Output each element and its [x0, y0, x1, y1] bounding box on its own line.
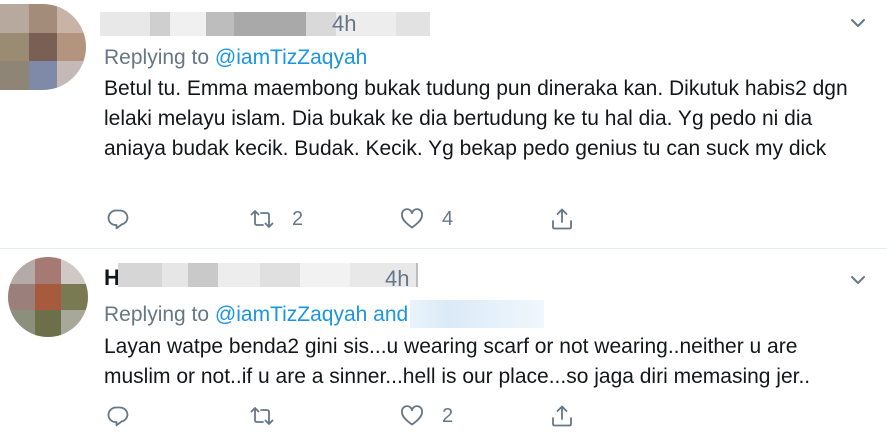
- avatar[interactable]: [8, 257, 88, 337]
- retweet-icon: [250, 407, 274, 425]
- mention-joiner: and: [373, 303, 409, 326]
- like-button[interactable]: 2: [400, 401, 453, 431]
- author-name-redacted[interactable]: [100, 12, 430, 36]
- share-button[interactable]: [550, 204, 574, 234]
- tweet[interactable]: 4h Replying to @iamTizZaqyah Betul tu. E…: [0, 0, 887, 248]
- retweet-count: 2: [292, 207, 304, 230]
- reply-button[interactable]: [106, 204, 130, 234]
- share-icon: [552, 208, 572, 230]
- mention-link[interactable]: @iamTizZaqyah: [215, 303, 367, 326]
- share-icon: [552, 405, 572, 427]
- action-bar: 2 4: [104, 204, 584, 234]
- share-button[interactable]: [550, 401, 574, 431]
- avatar[interactable]: [0, 4, 86, 90]
- heart-icon: [401, 405, 423, 426]
- action-bar: 2: [104, 401, 584, 431]
- replying-to: Replying to @iamTizZaqyah: [104, 46, 367, 70]
- chevron-down-icon[interactable]: [849, 14, 867, 32]
- mention-link[interactable]: @iamTizZaqyah: [215, 46, 367, 69]
- reply-button[interactable]: [106, 401, 130, 431]
- retweet-button[interactable]: 2: [250, 204, 303, 234]
- like-button[interactable]: 4: [400, 204, 453, 234]
- like-count: 2: [442, 404, 454, 427]
- like-count: 4: [442, 207, 454, 230]
- retweet-button[interactable]: [250, 401, 292, 431]
- retweet-icon: [250, 210, 274, 228]
- replying-prefix: Replying to: [104, 303, 210, 326]
- replying-to: Replying to @iamTizZaqyah and: [104, 300, 545, 328]
- timestamp[interactable]: 4h: [385, 266, 409, 292]
- tweet[interactable]: H 4h Replying to @iamTizZaqyah and Layan…: [0, 249, 887, 438]
- reply-icon: [107, 406, 129, 427]
- timestamp[interactable]: 4h: [332, 11, 356, 37]
- tweet-text: Betul tu. Emma maembong bukak tudung pun…: [104, 77, 848, 160]
- author-name-redacted[interactable]: [118, 263, 418, 287]
- replying-prefix: Replying to: [104, 46, 210, 69]
- mention-redacted[interactable]: [410, 300, 545, 328]
- heart-icon: [401, 208, 423, 229]
- chevron-down-icon[interactable]: [849, 271, 867, 289]
- reply-icon: [107, 209, 129, 230]
- tweet-text: Layan watpe benda2 gini sis...u wearing …: [104, 335, 811, 388]
